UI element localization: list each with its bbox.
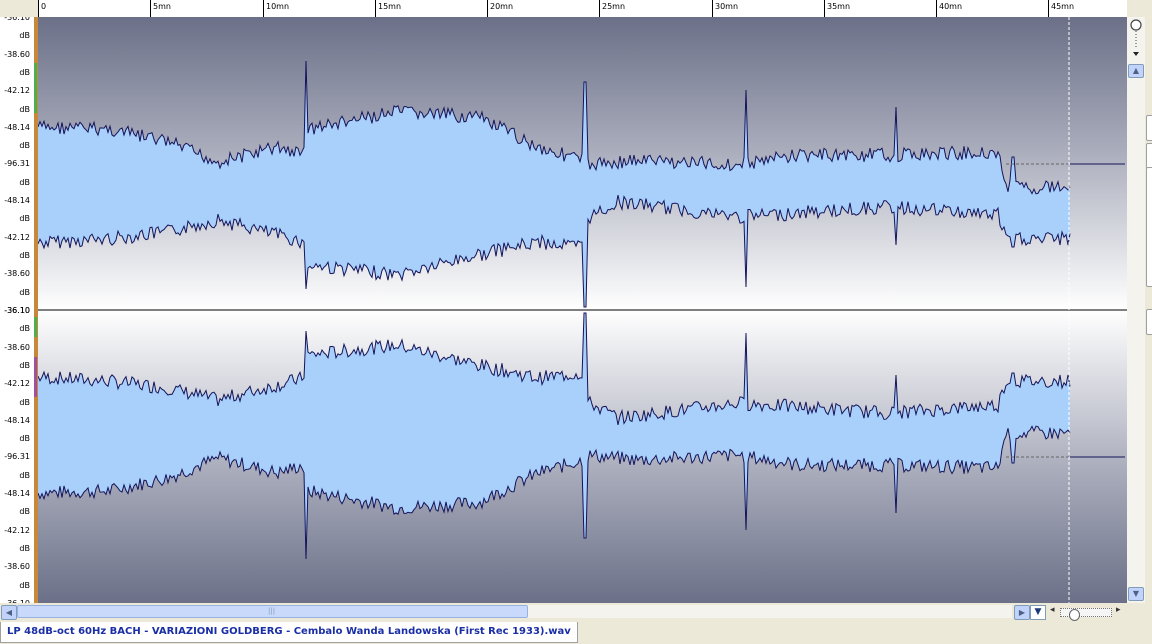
db-label-bottom: -48.14 [4, 489, 30, 498]
side-tab[interactable] [1146, 167, 1152, 287]
waveform-view[interactable] [38, 17, 1127, 603]
scroll-track[interactable]: ||| [17, 605, 1012, 618]
db-label-bottom: -38.60 [4, 343, 30, 352]
db-label-top: -36.10 [4, 17, 30, 22]
ruler-tick-label: 15mn [378, 2, 402, 11]
db-label-bottom: dB [19, 398, 30, 407]
db-label-bottom: -36.10 [4, 306, 30, 315]
db-label-top: dB [19, 141, 30, 150]
db-label-bottom: dB [19, 324, 30, 333]
zoom-right-arrow[interactable]: ▸ [1116, 605, 1121, 615]
zoom-slider[interactable] [1060, 608, 1112, 621]
db-label-top: -38.60 [4, 269, 30, 278]
ruler-tick: 10mn [263, 0, 289, 17]
db-label-top: -48.14 [4, 196, 30, 205]
db-label-bottom: -42.12 [4, 379, 30, 388]
thumb-grip: ||| [268, 607, 276, 615]
side-tab[interactable] [1146, 143, 1152, 169]
vertical-scrollbar[interactable]: ▲ ▼ [1127, 17, 1145, 603]
db-label-top: dB [19, 31, 30, 40]
ruler-tick: 30mn [712, 0, 738, 17]
zoom-slider-knob[interactable] [1069, 609, 1080, 621]
db-label-bottom: -42.12 [4, 526, 30, 535]
ruler-tick-label: 5mn [153, 2, 171, 11]
ruler-tick: 0 [38, 0, 46, 17]
db-label-top: dB [19, 251, 30, 260]
ruler-tick-label: 10mn [266, 2, 290, 11]
ruler-tick: 25mn [599, 0, 625, 17]
dropdown-icon: ▼ [1034, 607, 1042, 617]
db-label-top: dB [19, 288, 30, 297]
db-label-top: dB [19, 214, 30, 223]
chevron-down-icon: ▼ [1132, 589, 1140, 598]
horizontal-zoom-control[interactable]: ◂ ▸ [1050, 605, 1150, 621]
db-label-top: dB [19, 178, 30, 187]
db-scale: -36.10 dB -38.60 dB -42.12 dB -48.14 dB -96.31 dB… [0, 17, 34, 603]
ruler-tick: 40mn [936, 0, 962, 17]
db-label-bottom: -48.14 [4, 416, 30, 425]
chevron-right-icon: ▶ [1018, 608, 1026, 617]
ruler-tick-label: 20mn [490, 2, 514, 11]
ruler-tick: 35mn [824, 0, 850, 17]
horizontal-scrollbar[interactable]: ◀ ||| ▶ ▼ ◂ ▸ [0, 603, 1152, 621]
db-label-bottom: -96.31 [4, 452, 30, 461]
ruler-tick-label: 35mn [827, 2, 851, 11]
view-menu-button[interactable]: ▼ [1030, 605, 1046, 620]
db-label-bottom: -38.60 [4, 562, 30, 571]
db-label-bottom: dB [19, 507, 30, 516]
db-label-bottom: dB [19, 361, 30, 370]
status-bar: LP 48dB-oct 60Hz BACH - VARIAZIONI GOLDB… [0, 621, 1152, 644]
ruler-tick: 20mn [487, 0, 513, 17]
ruler-tick-label: 45mn [1051, 2, 1075, 11]
db-label-top: dB [19, 105, 30, 114]
chevron-left-icon: ◀ [5, 608, 13, 617]
ruler-tick: 15mn [375, 0, 401, 17]
zoom-left-arrow[interactable]: ◂ [1050, 605, 1055, 615]
scroll-left-button[interactable]: ◀ [1, 605, 17, 620]
scroll-thumb[interactable]: ||| [17, 605, 528, 618]
file-tab[interactable]: LP 48dB-oct 60Hz BACH - VARIAZIONI GOLDB… [0, 622, 578, 643]
db-label-top: -96.31 [4, 159, 30, 168]
db-label-bottom: dB [19, 434, 30, 443]
vertical-zoom-control[interactable] [1129, 18, 1143, 58]
ruler-tick-label: 25mn [602, 2, 626, 11]
db-label-bottom: dB [19, 581, 30, 590]
db-label-top: -38.60 [4, 50, 30, 59]
db-label-top: dB [19, 68, 30, 77]
ruler-tick-label: 30mn [715, 2, 739, 11]
ruler-tick-label: 40mn [939, 2, 963, 11]
db-label-bottom: dB [19, 544, 30, 553]
side-tab[interactable] [1146, 115, 1152, 141]
chevron-up-icon: ▲ [1132, 66, 1140, 75]
side-tabs [1145, 17, 1152, 603]
scroll-right-button[interactable]: ▶ [1014, 605, 1030, 620]
scroll-up-button[interactable]: ▲ [1128, 64, 1144, 78]
db-label-top: -42.12 [4, 86, 30, 95]
db-label-bottom: dB [19, 471, 30, 480]
time-ruler[interactable]: 0 5mn 10mn 15mn 20mn 25mn 30mn 35mn 40mn 45mn [38, 0, 1127, 18]
scroll-down-button[interactable]: ▼ [1128, 587, 1144, 601]
db-label-top: -48.14 [4, 123, 30, 132]
ruler-tick-label: 0 [41, 2, 47, 11]
side-tab[interactable] [1146, 309, 1152, 335]
ruler-tick: 5mn [150, 0, 171, 17]
magnifier-icon [1130, 19, 1142, 56]
db-label-top: -42.12 [4, 233, 30, 242]
ruler-tick: 45mn [1048, 0, 1074, 17]
ruler-corner [1127, 0, 1152, 17]
